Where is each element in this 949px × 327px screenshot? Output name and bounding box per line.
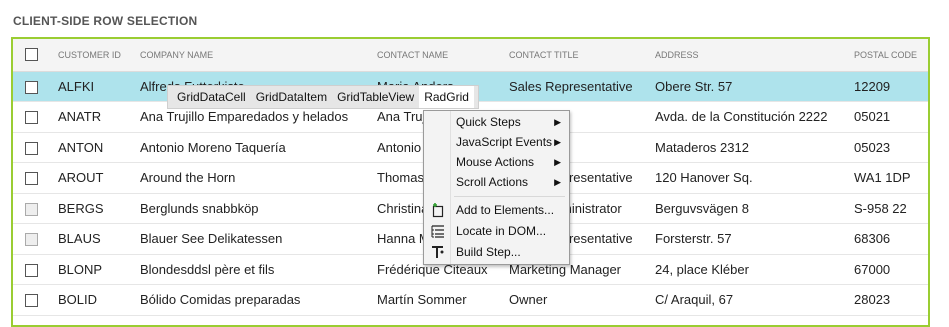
cell-customer-id: BLAUS xyxy=(58,231,101,247)
add-element-icon xyxy=(430,202,446,218)
cell-address: 24, place Kléber xyxy=(655,261,749,277)
cell-postal-code: 05021 xyxy=(854,109,891,125)
menu-item-label: Locate in DOM... xyxy=(456,224,547,238)
breadcrumb-griddatacell[interactable]: GridDataCell xyxy=(172,86,251,108)
menu-item-label: Build Step... xyxy=(456,245,521,259)
cell-postal-code: 68306 xyxy=(854,231,891,247)
menu-item-build-step[interactable]: Build Step... xyxy=(424,242,569,262)
breadcrumb-radgrid[interactable]: RadGrid xyxy=(419,86,474,108)
build-step-icon xyxy=(430,244,446,260)
cell-company-name: Blauer See Delikatessen xyxy=(140,231,283,247)
column-header-contact-name[interactable]: CONTACT NAME xyxy=(367,39,499,72)
cell-customer-id: ANTON xyxy=(58,139,104,155)
menu-item-label: Scroll Actions xyxy=(456,175,529,189)
menu-item-quick-steps[interactable]: Quick Steps ▶ xyxy=(424,112,569,132)
column-header-company-name[interactable]: COMPANY NAME xyxy=(130,39,367,72)
cell-address: Mataderos 2312 xyxy=(655,139,749,155)
row-checkbox[interactable] xyxy=(25,202,38,216)
dom-tree-icon xyxy=(430,223,446,239)
menu-item-add-to-elements[interactable]: Add to Elements... xyxy=(424,200,569,220)
column-header-postal-code[interactable]: POSTAL CODE xyxy=(844,39,928,72)
cell-company-name: Antonio Moreno Taquería xyxy=(140,139,286,155)
breadcrumb-gridtableview[interactable]: GridTableView xyxy=(332,86,419,108)
cell-customer-id: BERGS xyxy=(58,200,104,216)
menu-item-label: Mouse Actions xyxy=(456,155,535,169)
table-row[interactable]: BOLID Bólido Comidas preparadas Martín S… xyxy=(13,285,928,315)
cell-postal-code: WA1 1DP xyxy=(854,170,911,186)
cell-company-name: Around the Horn xyxy=(140,170,236,186)
row-checkbox[interactable] xyxy=(25,111,38,125)
cell-address: Berguvsvägen 8 xyxy=(655,200,749,216)
cell-contact-title: Sales Representative xyxy=(509,78,633,94)
cell-company-name: Blondesddsl père et fils xyxy=(140,261,275,277)
cell-postal-code: 12209 xyxy=(854,78,891,94)
menu-item-locate-in-dom[interactable]: Locate in DOM... xyxy=(424,221,569,241)
cell-customer-id: BOLID xyxy=(58,292,98,308)
breadcrumb-griddataitem[interactable]: GridDataItem xyxy=(251,86,332,108)
submenu-arrow-icon: ▶ xyxy=(554,117,561,127)
menu-item-mouse-actions[interactable]: Mouse Actions ▶ xyxy=(424,152,569,172)
row-checkbox[interactable] xyxy=(25,141,38,155)
select-all-header[interactable] xyxy=(13,39,48,72)
cell-address: C/ Araquil, 67 xyxy=(655,292,734,308)
cell-postal-code: 67000 xyxy=(854,261,891,277)
cell-customer-id: ALFKI xyxy=(58,78,95,94)
menu-item-label: Add to Elements... xyxy=(456,203,555,217)
cell-contact-name: Martín Sommer xyxy=(377,292,467,308)
menu-item-label: JavaScript Events xyxy=(456,135,553,149)
menu-item-javascript-events[interactable]: JavaScript Events ▶ xyxy=(424,132,569,152)
page-title: CLIENT-SIDE ROW SELECTION xyxy=(13,14,198,28)
menu-item-label: Quick Steps xyxy=(456,115,521,129)
cell-customer-id: AROUT xyxy=(58,170,104,186)
cell-contact-title: Owner xyxy=(509,292,548,308)
select-all-checkbox[interactable] xyxy=(25,48,38,62)
cell-postal-code: S-958 22 xyxy=(854,200,907,216)
cell-address: 120 Hanover Sq. xyxy=(655,170,753,186)
cell-customer-id: BLONP xyxy=(58,261,103,277)
row-checkbox[interactable] xyxy=(25,294,38,308)
cell-address: Forsterstr. 57 xyxy=(655,231,732,247)
menu-item-scroll-actions[interactable]: Scroll Actions ▶ xyxy=(424,172,569,192)
row-checkbox[interactable] xyxy=(25,233,38,247)
column-header-customer-id[interactable]: CUSTOMER ID xyxy=(48,39,130,72)
header-row: CUSTOMER ID COMPANY NAME CONTACT NAME CO… xyxy=(13,39,928,72)
cell-address: Obere Str. 57 xyxy=(655,78,733,94)
row-checkbox[interactable] xyxy=(25,172,38,186)
element-breadcrumb: GridDataCell GridDataItem GridTableView … xyxy=(167,85,479,109)
menu-separator xyxy=(454,196,565,197)
row-checkbox[interactable] xyxy=(25,263,38,277)
cell-address: Avda. de la Constitución 2222 xyxy=(655,109,828,125)
cell-company-name: Bólido Comidas preparadas xyxy=(140,292,301,308)
cell-postal-code: 28023 xyxy=(854,292,891,308)
cell-postal-code: 05023 xyxy=(854,139,891,155)
cell-company-name: Berglunds snabbköp xyxy=(140,200,259,216)
column-header-contact-title[interactable]: CONTACT TITLE xyxy=(499,39,645,72)
column-header-address[interactable]: ADDRESS xyxy=(645,39,844,72)
submenu-arrow-icon: ▶ xyxy=(554,157,561,167)
row-checkbox[interactable] xyxy=(25,80,38,94)
cell-customer-id: ANATR xyxy=(58,109,102,125)
context-menu: Quick Steps ▶ JavaScript Events ▶ Mouse … xyxy=(423,110,570,265)
submenu-arrow-icon: ▶ xyxy=(554,177,561,187)
submenu-arrow-icon: ▶ xyxy=(554,137,561,147)
